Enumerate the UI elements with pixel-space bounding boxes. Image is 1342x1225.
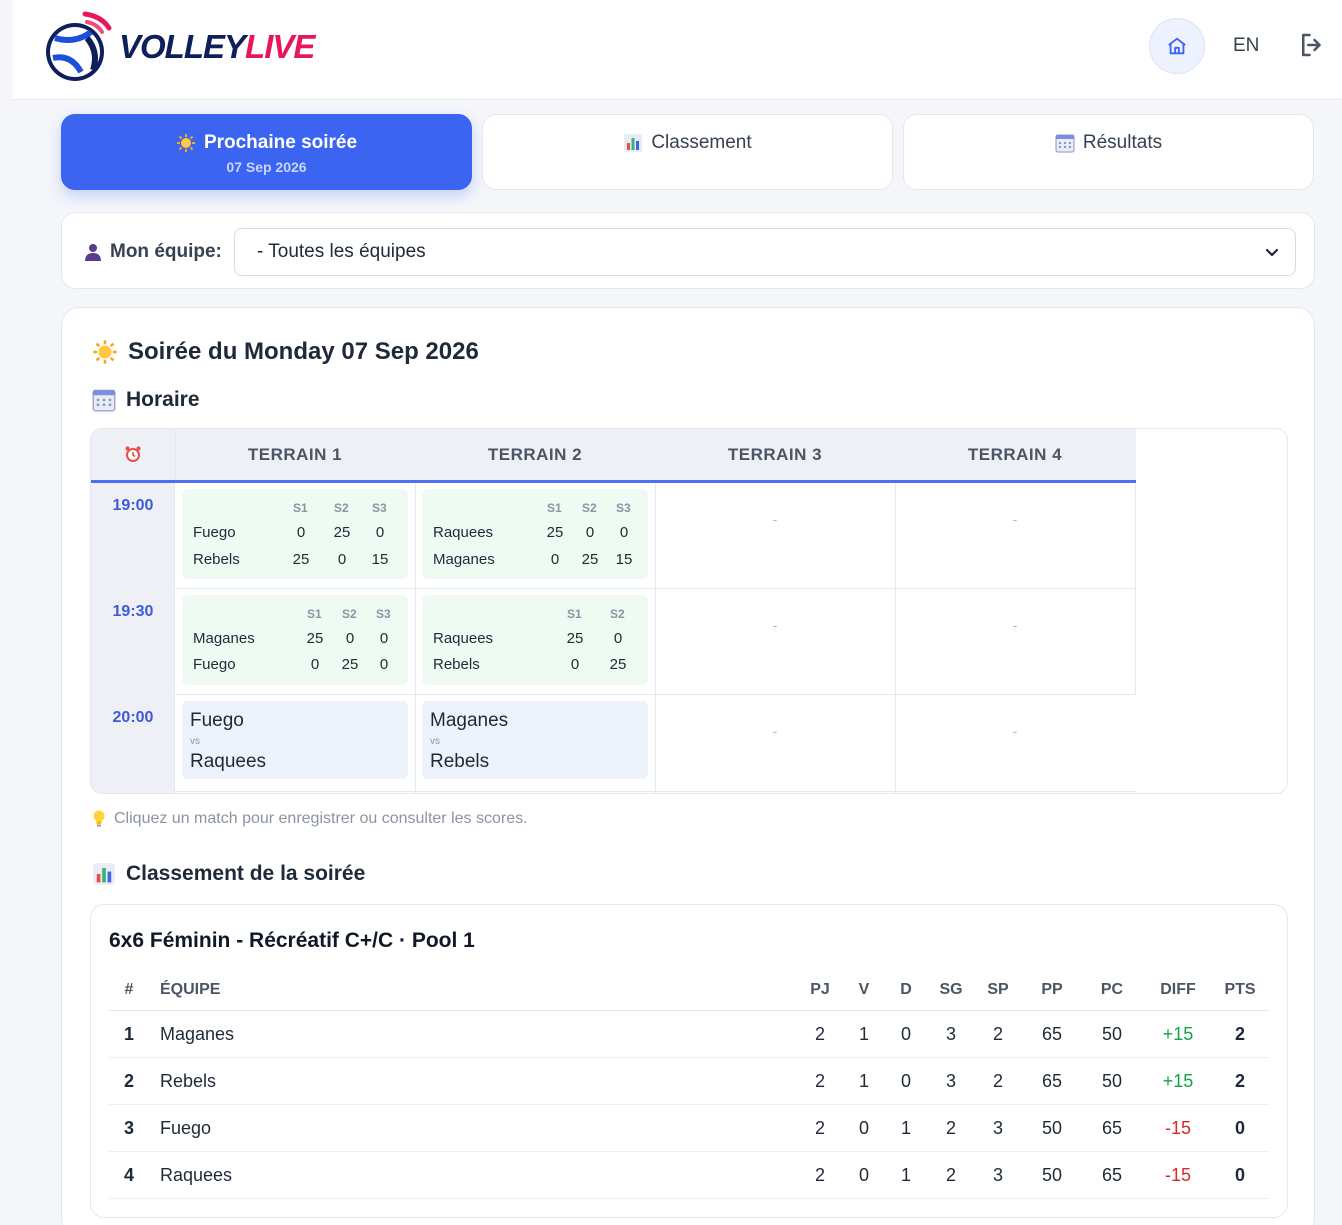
team-name: Maganes — [160, 1024, 235, 1044]
team-name: Raquees — [160, 1165, 233, 1185]
table-row: 4 Raquees 2 0 1 2 3 50 65 -15 0 — [109, 1152, 1269, 1199]
bar-chart-icon — [624, 134, 643, 152]
tab-resultats[interactable]: Résultats — [903, 114, 1314, 190]
match-card[interactable]: S1 S2 Raquees 25 0 Rebels 0 25 — [422, 595, 648, 685]
team-name: Rebels — [160, 1071, 217, 1091]
logout-button[interactable] — [1297, 30, 1327, 60]
tab-date: 07 Sep 2026 — [226, 159, 307, 175]
alarm-clock-icon — [91, 429, 175, 480]
schedule-header: TERRAIN 1 TERRAIN 2 TERRAIN 3 TERRAIN 4 — [91, 429, 1136, 483]
team-name: Fuego — [190, 710, 244, 731]
home-button[interactable] — [1149, 18, 1205, 74]
horaire-heading: Horaire — [92, 388, 200, 412]
tab-label: Prochaine soirée — [203, 132, 358, 153]
table-row: 1 Maganes 2 1 0 3 2 65 50 +15 2 — [109, 1011, 1269, 1058]
time-slot: 19:30 — [112, 603, 154, 620]
tab-label: Résultats — [1082, 132, 1163, 153]
soiree-card: Soirée du Monday 07 Sep 2026 Horaire TER… — [61, 307, 1315, 1225]
table-row: 2 Rebels 2 1 0 3 2 65 50 +15 2 — [109, 1058, 1269, 1105]
soiree-heading: Soirée du Monday 07 Sep 2026 — [92, 338, 479, 366]
match-card[interactable]: S1 S2 S3 Maganes 25 0 0 Fuego 0 25 0 — [182, 595, 408, 685]
team-name: Rebels — [193, 551, 240, 568]
sun-icon — [93, 340, 117, 364]
language-toggle[interactable]: EN — [1233, 35, 1259, 57]
team-name: Rebels — [430, 751, 490, 772]
team-name: Raquees — [433, 524, 494, 541]
volleylive-logo[interactable]: VOLLEYLIVE — [41, 8, 315, 81]
upcoming-match-card[interactable]: Maganes vs Rebels — [422, 701, 648, 779]
pool-title: 6x6 Féminin - Récréatif C+/C · Pool 1 — [109, 929, 475, 952]
tab-label: Classement — [651, 132, 752, 153]
bar-chart-icon — [93, 863, 115, 885]
team-select-value: - Toutes les équipes — [257, 241, 426, 262]
empty-slot: - — [1012, 511, 1018, 527]
team-name: Raquees — [433, 630, 494, 647]
empty-slot: - — [772, 723, 778, 739]
team-filter-card: Mon équipe: - Toutes les équipes — [61, 212, 1315, 289]
terrain-3-header: TERRAIN 3 — [727, 445, 823, 464]
match-card[interactable]: S1 S2 S3 Fuego 0 25 0 Rebels 25 0 15 — [182, 489, 408, 579]
upcoming-match-card[interactable]: Fuego vs Raquees — [182, 701, 408, 779]
time-slot: 19:00 — [112, 497, 154, 514]
empty-slot: - — [1012, 723, 1018, 739]
team-name: Maganes — [433, 551, 495, 568]
tab-prochaine-soiree[interactable]: Prochaine soirée 07 Sep 2026 — [61, 114, 472, 190]
time-column: 19:00 19:30 20:00 — [91, 483, 175, 793]
lightbulb-icon — [93, 810, 105, 827]
schedule-hint: Cliquez un match pour enregistrer ou con… — [92, 810, 528, 828]
calendar-icon — [1055, 134, 1075, 153]
table-row: 3 Fuego 2 0 1 2 3 50 65 -15 0 — [109, 1105, 1269, 1152]
logo-wordmark: VOLLEYLIVE — [119, 28, 315, 65]
volleyball-logo-icon — [41, 8, 112, 81]
logout-icon — [1302, 33, 1321, 57]
tab-classement[interactable]: Classement — [482, 114, 893, 190]
team-select[interactable]: - Toutes les équipes — [234, 228, 1296, 276]
team-name: Fuego — [193, 656, 236, 673]
team-name: Raquees — [190, 751, 267, 772]
empty-slot: - — [772, 511, 778, 527]
team-name: Maganes — [430, 710, 509, 731]
sun-icon — [176, 134, 195, 152]
team-name: Fuego — [160, 1118, 212, 1138]
empty-slot: - — [772, 617, 778, 633]
terrain-1-header: TERRAIN 1 — [247, 445, 343, 464]
team-name: Fuego — [193, 524, 236, 541]
chevron-down-icon — [1265, 248, 1279, 257]
calendar-icon — [92, 389, 116, 412]
user-icon — [85, 244, 101, 261]
team-name: Rebels — [433, 656, 480, 673]
terrain-2-header: TERRAIN 2 — [487, 445, 583, 464]
classement-heading: Classement de la soirée — [92, 862, 365, 886]
home-icon — [1168, 37, 1186, 55]
top-header: VOLLEYLIVE EN — [13, 0, 1342, 100]
match-card[interactable]: S1 S2 S3 Raquees 25 0 0 Maganes 0 25 15 — [422, 489, 648, 579]
schedule-grid: TERRAIN 1 TERRAIN 2 TERRAIN 3 TERRAIN 4 … — [90, 428, 1288, 794]
team-name: Maganes — [193, 630, 255, 647]
standings-card: 6x6 Féminin - Récréatif C+/C · Pool 1 # … — [90, 904, 1288, 1218]
standings-header: # ÉQUIPE PJ V D SG SP PP PC DIFF PTS — [109, 969, 1269, 1011]
empty-slot: - — [1012, 617, 1018, 633]
time-slot: 20:00 — [112, 709, 154, 726]
team-filter-label: Mon équipe: — [84, 241, 222, 263]
terrain-4-header: TERRAIN 4 — [967, 445, 1063, 464]
